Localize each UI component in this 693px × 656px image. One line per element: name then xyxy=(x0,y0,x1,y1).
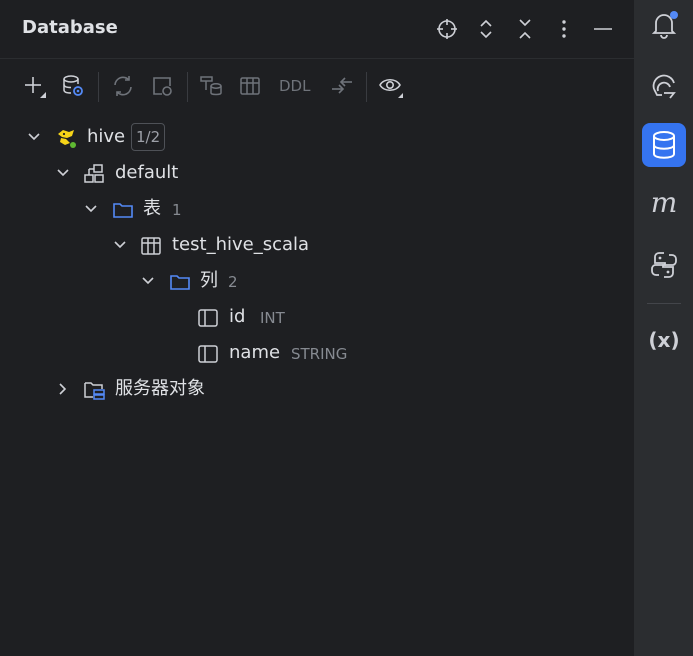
chevron-down-icon[interactable] xyxy=(140,273,156,289)
jump-to-console-icon[interactable] xyxy=(150,74,174,98)
tree-node-column[interactable]: id INT xyxy=(0,299,634,335)
ai-assistant-icon[interactable] xyxy=(648,71,680,103)
locate-icon[interactable] xyxy=(435,17,459,41)
tree-node-label: test_hive_scala xyxy=(172,234,310,255)
tree-node-label: 服务器对象 xyxy=(115,378,205,399)
tool-window-title: Database xyxy=(22,17,118,38)
tree-node-column[interactable]: name STRING xyxy=(0,335,634,371)
chevron-down-icon[interactable] xyxy=(112,237,128,253)
column-type: STRING xyxy=(291,345,348,363)
tree-node-default[interactable]: default xyxy=(0,155,634,191)
ddl-button[interactable]: DDL xyxy=(279,77,310,95)
toolbar-separator xyxy=(98,72,99,102)
hive-logo-icon xyxy=(58,130,76,148)
more-options-icon[interactable] xyxy=(552,17,576,41)
rail-separator xyxy=(647,303,681,304)
minimize-icon[interactable] xyxy=(591,17,615,41)
notifications-bell-icon[interactable] xyxy=(648,9,680,41)
tree-node-hive[interactable]: hive 1/2 xyxy=(0,119,634,155)
refresh-icon[interactable] xyxy=(111,74,135,98)
tree-node-count: 1 xyxy=(172,201,182,219)
chevron-down-icon[interactable] xyxy=(55,165,71,181)
column-type: INT xyxy=(260,309,285,327)
expand-all-icon[interactable] xyxy=(474,17,498,41)
maven-tool-button[interactable]: m xyxy=(635,186,693,219)
schema-icon xyxy=(84,164,104,183)
toolbar-separator xyxy=(187,72,188,102)
chevron-down-icon[interactable] xyxy=(26,129,42,145)
table-icon xyxy=(141,237,161,255)
column-name: name xyxy=(229,342,281,363)
toolbar-separator xyxy=(366,72,367,102)
database-tool-button[interactable] xyxy=(642,123,686,167)
compare-icon[interactable] xyxy=(330,74,354,98)
column-name: id xyxy=(229,306,246,327)
tree-node-server-objects[interactable]: 服务器对象 xyxy=(0,371,634,407)
add-icon[interactable] xyxy=(22,74,46,98)
variables-tool-button[interactable]: (x) xyxy=(635,328,693,352)
tree-node-label: hive xyxy=(87,126,126,147)
chevron-right-icon[interactable] xyxy=(55,381,71,397)
tree-node-label: default xyxy=(115,162,179,183)
schema-count-badge[interactable]: 1/2 xyxy=(131,123,166,151)
column-icon xyxy=(198,309,218,327)
database-toolbar: DDL xyxy=(0,66,634,106)
tree-node-tables-folder[interactable]: 表 1 xyxy=(0,191,634,227)
data-source-properties-icon[interactable] xyxy=(61,74,85,98)
folder-icon xyxy=(170,275,190,290)
right-tool-rail: m (x) xyxy=(635,0,693,656)
tree-node-count: 2 xyxy=(228,273,238,291)
folder-icon xyxy=(113,203,133,218)
view-options-icon[interactable] xyxy=(379,74,403,98)
python-console-icon[interactable] xyxy=(648,249,680,281)
server-objects-icon xyxy=(84,382,105,400)
column-icon xyxy=(198,345,218,363)
table-grid-icon[interactable] xyxy=(238,74,262,98)
collapse-all-icon[interactable] xyxy=(513,17,537,41)
tree-node-table[interactable]: test_hive_scala xyxy=(0,227,634,263)
tree-node-label: 列 xyxy=(200,270,218,291)
schema-icon[interactable] xyxy=(199,74,223,98)
chevron-down-icon[interactable] xyxy=(83,201,99,217)
tree-node-columns-folder[interactable]: 列 2 xyxy=(0,263,634,299)
database-tool-window: Database DDL hive 1/2 default 表 1 test_h… xyxy=(0,0,635,656)
database-icon xyxy=(653,131,675,159)
tree-node-label: 表 xyxy=(143,198,161,219)
tool-window-header: Database xyxy=(0,0,634,59)
